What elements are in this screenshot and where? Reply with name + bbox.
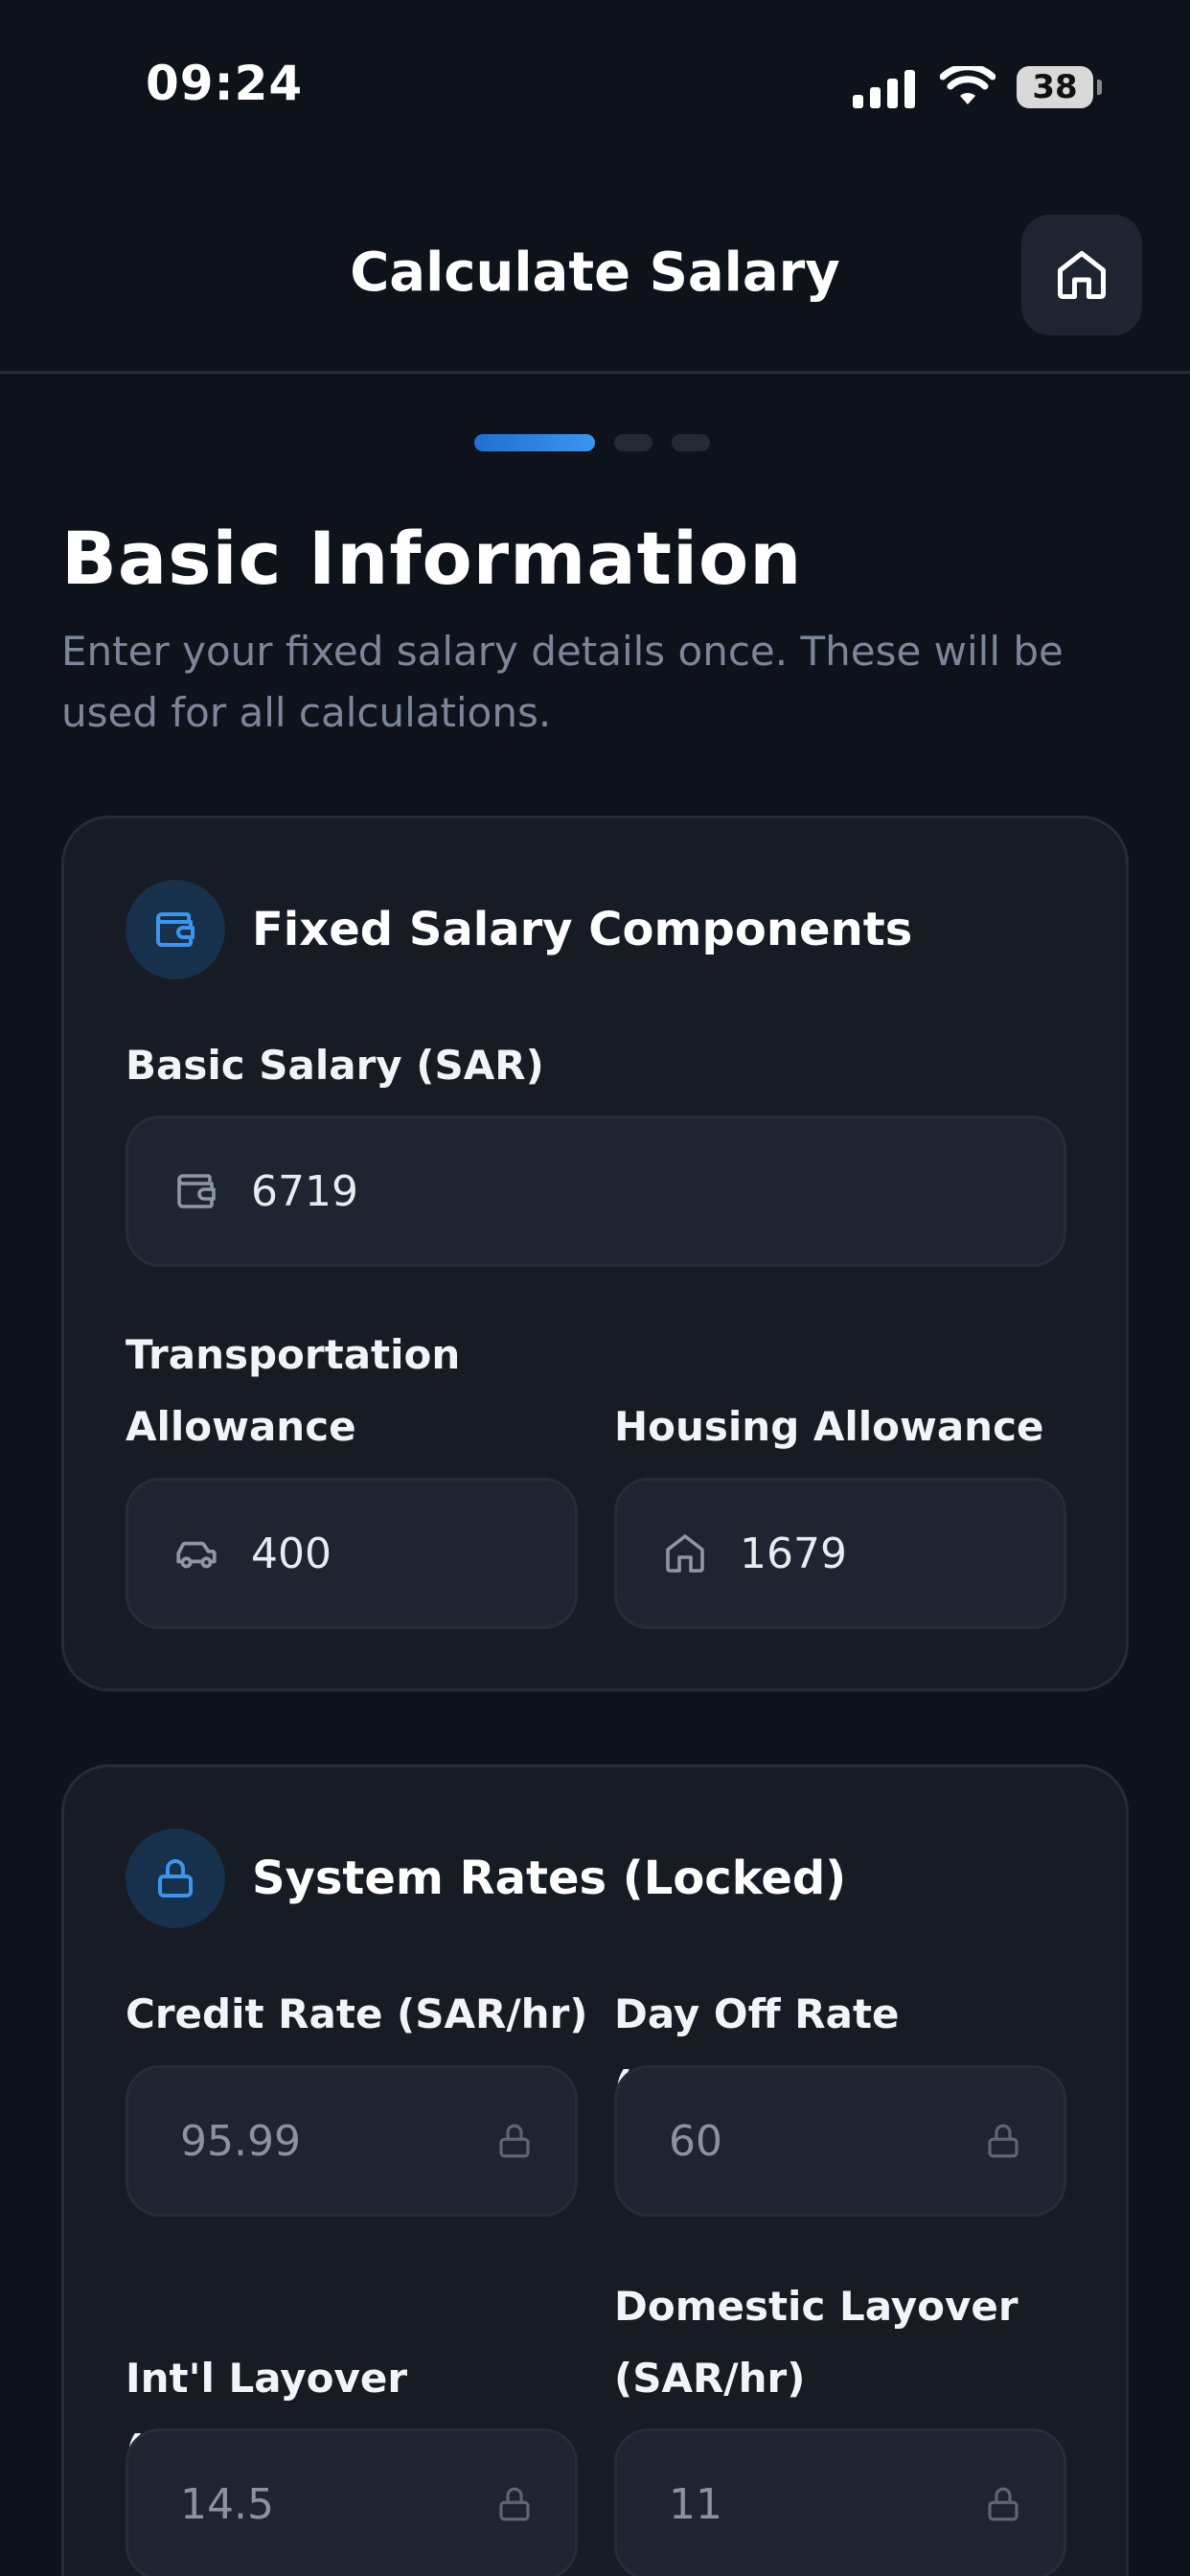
step-dot — [672, 434, 710, 451]
wallet-icon — [169, 1168, 224, 1214]
credit-rate-label: Credit Rate (SAR/hr) — [126, 1990, 588, 2037]
fixed-salary-card: Fixed Salary Components Basic Salary (SA… — [61, 816, 1129, 1691]
home-button[interactable] — [1021, 215, 1142, 335]
domestic-layover-input: 11 — [614, 2428, 1066, 2576]
nav-bar: Calculate Salary — [0, 172, 1190, 374]
status-bar: 09:24 38 — [0, 0, 1190, 172]
transportation-allowance-input[interactable]: 400 — [126, 1478, 578, 1629]
card-header: System Rates (Locked) — [126, 1828, 846, 1928]
intl-layover-value: 14.5 — [180, 2479, 274, 2529]
intl-layover-input: 14.5 — [126, 2428, 578, 2576]
step-indicator — [474, 434, 710, 451]
day-off-rate-input: 60 — [614, 2065, 1066, 2217]
card-icon-badge — [126, 880, 225, 979]
transportation-allowance-value: 400 — [251, 1529, 332, 1578]
wallet-icon — [156, 912, 195, 947]
car-icon — [169, 1530, 224, 1577]
lock-icon — [158, 1859, 193, 1898]
page-subtitle: Enter your fixed salary details once. Th… — [61, 628, 1064, 736]
card-title: System Rates (Locked) — [252, 1852, 847, 1905]
domestic-layover-value: 11 — [669, 2479, 722, 2529]
credit-rate-value: 95.99 — [180, 2116, 301, 2166]
basic-salary-value: 6719 — [251, 1166, 358, 1216]
step-dot-active — [474, 434, 595, 451]
system-rates-card: System Rates (Locked) Credit Rate (SAR/h… — [61, 1764, 1129, 2576]
transportation-allowance-label: Transportation Allowance — [126, 1331, 461, 1450]
wifi-icon — [940, 66, 995, 104]
cellular-signal-icon — [853, 66, 915, 108]
domestic-layover-label: Domestic Layover (SAR/hr) — [614, 2283, 1018, 2402]
housing-allowance-input[interactable]: 1679 — [614, 1478, 1066, 1629]
card-title: Fixed Salary Components — [252, 903, 913, 956]
battery-icon: 38 — [1017, 66, 1102, 108]
page-title: Basic Information — [61, 516, 803, 601]
card-header: Fixed Salary Components — [126, 880, 912, 979]
lock-icon — [494, 2121, 535, 2161]
card-icon-badge — [126, 1828, 225, 1928]
home-icon — [657, 1530, 713, 1576]
home-icon — [1058, 251, 1106, 299]
page-header-title: Calculate Salary — [350, 242, 840, 304]
basic-salary-input[interactable]: 6719 — [126, 1116, 1066, 1267]
credit-rate-input: 95.99 — [126, 2065, 578, 2217]
housing-allowance-label: Housing Allowance — [614, 1403, 1044, 1450]
status-time: 09:24 — [146, 56, 304, 111]
basic-salary-label: Basic Salary (SAR) — [126, 1042, 544, 1089]
housing-allowance-value: 1679 — [740, 1529, 847, 1578]
day-off-rate-value: 60 — [669, 2116, 722, 2166]
lock-icon — [494, 2484, 535, 2524]
lock-icon — [983, 2121, 1023, 2161]
status-icons: 38 — [853, 63, 1102, 111]
lock-icon — [983, 2484, 1023, 2524]
step-dot — [614, 434, 652, 451]
